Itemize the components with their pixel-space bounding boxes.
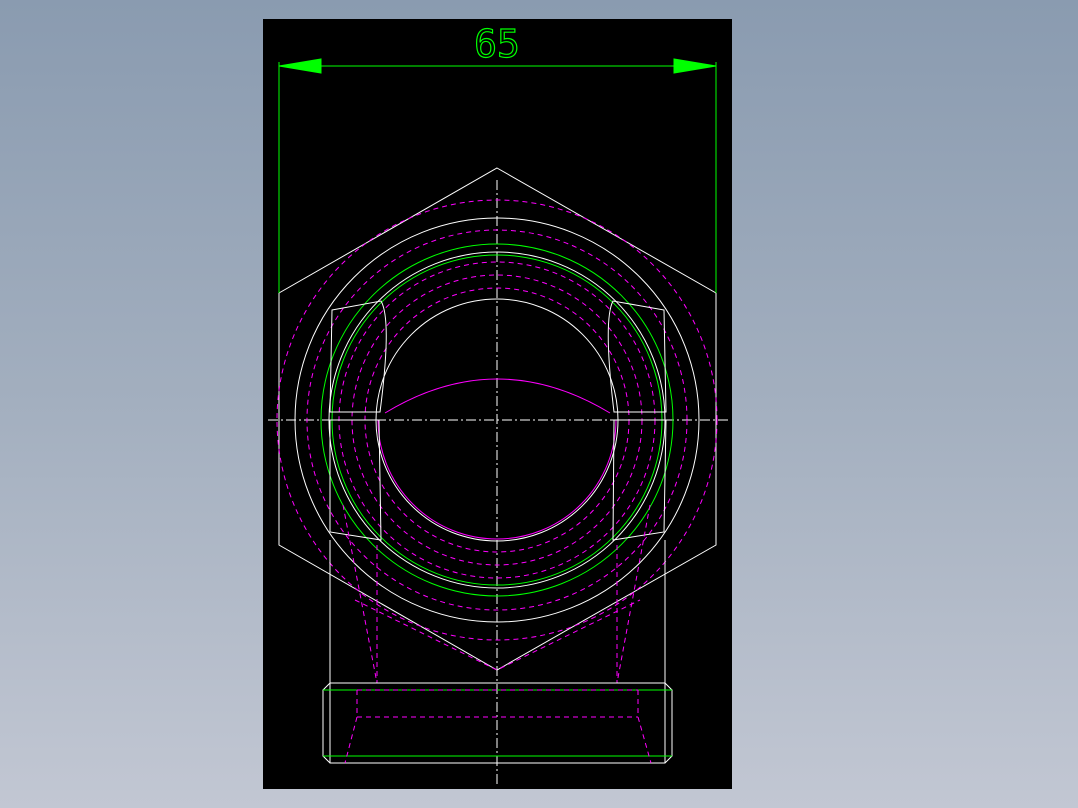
dimension-label: 65 bbox=[474, 22, 520, 66]
cad-drawing-canvas: 65 bbox=[263, 19, 732, 789]
arrowhead-right bbox=[673, 58, 717, 74]
hidden-collar-lines bbox=[344, 689, 652, 764]
arrowhead-left bbox=[278, 58, 322, 74]
right-lug bbox=[607, 300, 667, 541]
